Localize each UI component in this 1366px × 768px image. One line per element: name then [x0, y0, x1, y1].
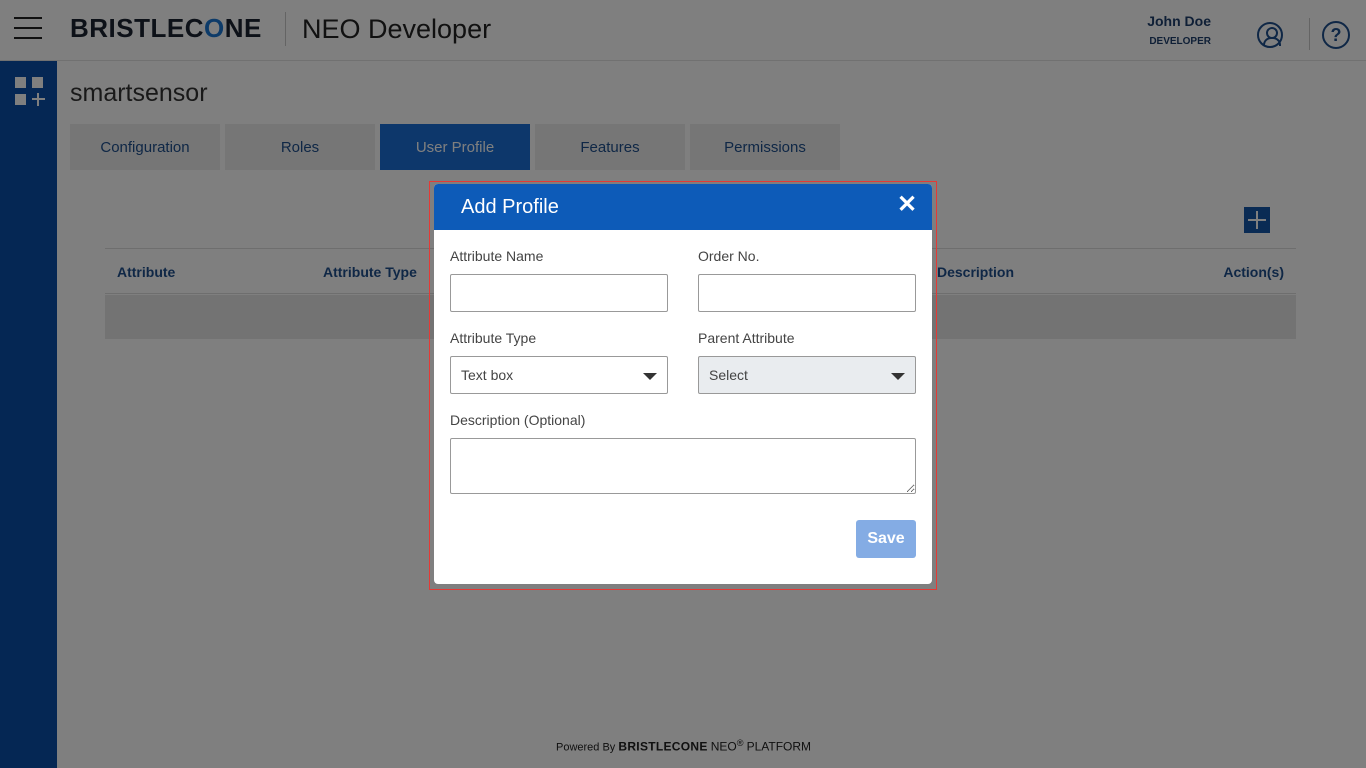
- attribute-name-input[interactable]: [450, 274, 668, 312]
- chevron-down-icon: [643, 373, 657, 380]
- attribute-type-select[interactable]: Text box: [450, 356, 668, 394]
- add-profile-dialog: Add Profile ✕ Attribute Name Order No. A…: [434, 184, 932, 584]
- description-label: Description (Optional): [450, 412, 586, 428]
- description-textarea[interactable]: [450, 438, 916, 494]
- attribute-type-label: Attribute Type: [450, 330, 537, 346]
- attribute-name-label: Attribute Name: [450, 248, 544, 264]
- order-no-input[interactable]: [698, 274, 916, 312]
- close-icon[interactable]: ✕: [896, 193, 918, 217]
- parent-attribute-label: Parent Attribute: [698, 330, 795, 346]
- save-button[interactable]: Save: [856, 520, 916, 558]
- dialog-title: Add Profile: [461, 196, 559, 218]
- dialog-header: Add Profile ✕: [434, 184, 932, 230]
- parent-attribute-select[interactable]: Select: [698, 356, 916, 394]
- chevron-down-icon: [891, 373, 905, 380]
- order-no-label: Order No.: [698, 248, 760, 264]
- attribute-type-value: Text box: [461, 367, 514, 383]
- parent-attribute-value: Select: [709, 367, 748, 383]
